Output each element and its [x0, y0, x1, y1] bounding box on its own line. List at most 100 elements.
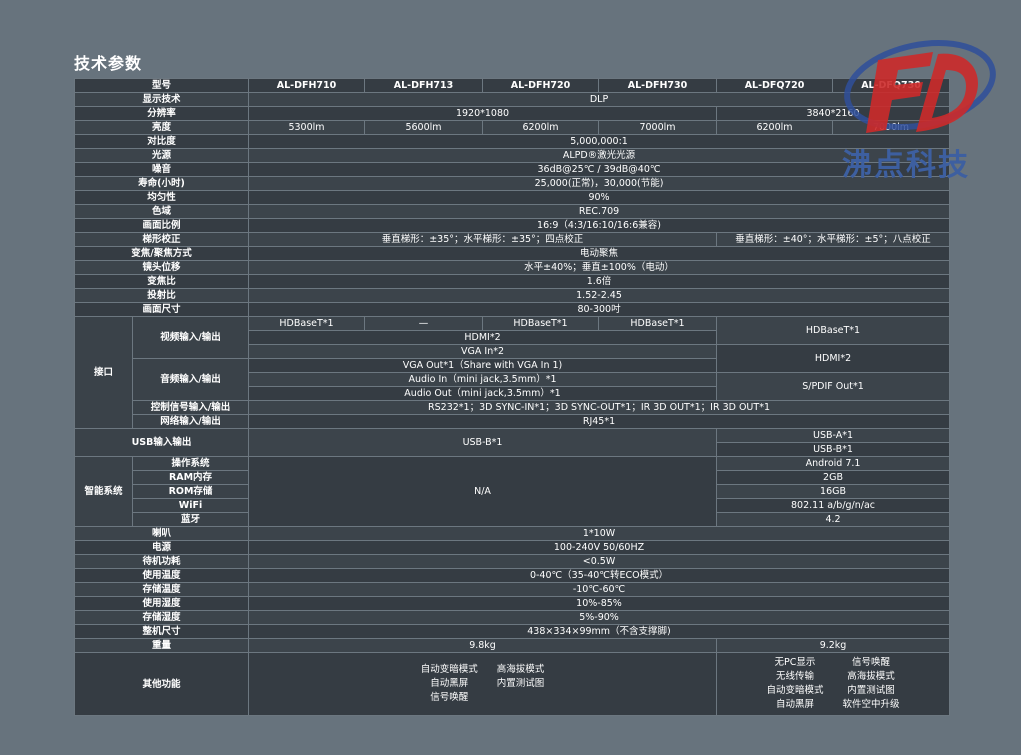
- table-row: 亮度 5300lm 5600lm 6200lm 7000lm 6200lm 70…: [73, 120, 951, 135]
- row-label: 梯形校正: [73, 232, 250, 247]
- row-value: 水平±40%；垂直±100%（电动）: [248, 260, 951, 275]
- row-label: 亮度: [73, 120, 250, 135]
- row-label: 变焦/聚焦方式: [73, 246, 250, 261]
- row-value: N/A: [248, 456, 718, 527]
- row-value: USB-B*1: [716, 442, 951, 457]
- row-value: 7000lm: [598, 120, 718, 135]
- row-label: 存储温度: [73, 582, 250, 597]
- label-model: 型号: [73, 78, 250, 93]
- model-header: AL-DFH720: [482, 78, 600, 93]
- feature-item: 自动变暗模式: [766, 685, 824, 696]
- row-value: HDBaseT*1: [482, 316, 600, 331]
- feature-item: 内置测试图: [496, 678, 545, 689]
- row-label: 寿命(小时): [73, 176, 250, 191]
- row-label: 网络输入/输出: [131, 414, 250, 429]
- row-value: <0.5W: [248, 554, 951, 569]
- row-label: ROM存储: [131, 484, 250, 499]
- feature-list: 信号唤醒 高海拔模式 内置测试图 软件空中升级: [843, 656, 900, 712]
- row-value: DLP: [248, 92, 951, 107]
- row-value: 1920*1080: [248, 106, 718, 121]
- table-row: 画面比例 16:9（4:3/16:10/16:6兼容): [73, 218, 951, 233]
- row-label: 投射比: [73, 288, 250, 303]
- row-value: S/PDIF Out*1: [716, 372, 951, 401]
- row-value: 1*10W: [248, 526, 951, 541]
- row-label: 镜头位移: [73, 260, 250, 275]
- row-value: 80-300吋: [248, 302, 951, 317]
- row-label: 待机功耗: [73, 554, 250, 569]
- table-row: 对比度 5,000,000:1: [73, 134, 951, 149]
- row-label: 视频输入/输出: [131, 316, 250, 359]
- row-value: 2GB: [716, 470, 951, 485]
- row-label: 均匀性: [73, 190, 250, 205]
- table-row: 重量 9.8kg 9.2kg: [73, 638, 951, 653]
- row-value: 100-240V 50/60HZ: [248, 540, 951, 555]
- row-label: 整机尺寸: [73, 624, 250, 639]
- row-label: 使用湿度: [73, 596, 250, 611]
- table-row: 使用湿度 10%-85%: [73, 596, 951, 611]
- feature-item: 自动黑屏: [775, 699, 814, 710]
- row-value: —: [364, 316, 484, 331]
- table-row: 寿命(小时) 25,000(正常)，30,000(节能): [73, 176, 951, 191]
- row-value: RJ45*1: [248, 414, 951, 429]
- table-row: 噪音 36dB@25℃ / 39dB@40℃: [73, 162, 951, 177]
- row-label: 喇叭: [73, 526, 250, 541]
- feature-item: 内置测试图: [847, 685, 895, 696]
- row-value: HDBaseT*1: [248, 316, 366, 331]
- row-value: 6200lm: [482, 120, 600, 135]
- model-header: AL-DFH713: [364, 78, 484, 93]
- table-row: 变焦比 1.6倍: [73, 274, 951, 289]
- row-value: 5%-90%: [248, 610, 951, 625]
- row-label: 对比度: [73, 134, 250, 149]
- table-row: 使用温度 0-40℃（35-40℃转ECO模式）: [73, 568, 951, 583]
- row-value: USB-B*1: [248, 428, 718, 457]
- row-value: 16GB: [716, 484, 951, 499]
- table-row: 画面尺寸 80-300吋: [73, 302, 951, 317]
- model-header: AL-DFH730: [598, 78, 718, 93]
- table-row: 变焦/聚焦方式 电动聚焦: [73, 246, 951, 261]
- row-value: 0-40℃（35-40℃转ECO模式）: [248, 568, 951, 583]
- table-row: 网络输入/输出 RJ45*1: [75, 414, 951, 429]
- feature-item: 信号唤醒: [430, 692, 469, 703]
- feature-list: 无PC显示 无线传输 自动变暗模式 自动黑屏: [766, 656, 823, 712]
- row-label: 使用温度: [73, 568, 250, 583]
- row-value: REC.709: [248, 204, 951, 219]
- table-row: 存储温度 -10℃-60℃: [73, 582, 951, 597]
- header-row: 型号 AL-DFH710 AL-DFH713 AL-DFH720 AL-DFH7…: [73, 78, 951, 93]
- feature-item: 高海拔模式: [496, 664, 545, 675]
- other-features-q: 无PC显示 无线传输 自动变暗模式 自动黑屏 信号唤醒 高海拔模式 内置测试图 …: [716, 652, 951, 716]
- row-value: Audio In（mini jack,3.5mm）*1: [248, 372, 718, 387]
- row-label: 操作系统: [131, 456, 250, 471]
- table-row: 喇叭 1*10W: [73, 526, 951, 541]
- table-row: 均匀性 90%: [73, 190, 951, 205]
- row-value: 9.8kg: [248, 638, 718, 653]
- table-row: 存储湿度 5%-90%: [73, 610, 951, 625]
- model-header: AL-DFQ730: [832, 78, 951, 93]
- feature-list: 自动变暗模式 自动黑屏 信号唤醒: [421, 663, 478, 705]
- table-row: 电源 100-240V 50/60HZ: [73, 540, 951, 555]
- model-header: AL-DFQ720: [716, 78, 834, 93]
- table-row: 梯形校正 垂直梯形：±35°；水平梯形：±35°；四点校正 垂直梯形：±40°；…: [73, 232, 951, 247]
- row-value: RS232*1；3D SYNC-IN*1；3D SYNC-OUT*1；IR 3D…: [248, 400, 951, 415]
- row-label: RAM内存: [131, 470, 250, 485]
- row-label: 画面比例: [73, 218, 250, 233]
- table-row: 接口 视频输入/输出 HDBaseT*1 — HDBaseT*1 HDBaseT…: [74, 316, 951, 429]
- row-label: 存储湿度: [73, 610, 250, 625]
- watermark-text: 沸点科技: [842, 148, 970, 183]
- row-label: 重量: [73, 638, 250, 653]
- row-value: 5600lm: [364, 120, 484, 135]
- row-value: 90%: [248, 190, 951, 205]
- row-value: Android 7.1: [716, 456, 951, 471]
- model-header: AL-DFH710: [248, 78, 366, 93]
- row-label: 变焦比: [73, 274, 250, 289]
- row-value: 6200lm: [716, 120, 834, 135]
- row-value: 16:9（4:3/16:10/16:6兼容): [248, 218, 951, 233]
- row-label: 控制信号输入/输出: [131, 400, 250, 415]
- row-value: 1.52-2.45: [248, 288, 951, 303]
- page-title: 技术参数: [74, 54, 143, 73]
- row-label: 画面尺寸: [73, 302, 250, 317]
- row-value: HDBaseT*1: [716, 316, 951, 345]
- row-value: USB-A*1: [716, 428, 951, 443]
- row-value: HDMI*2: [248, 330, 718, 345]
- row-value: 3840*2160: [716, 106, 951, 121]
- row-value: 电动聚焦: [248, 246, 951, 261]
